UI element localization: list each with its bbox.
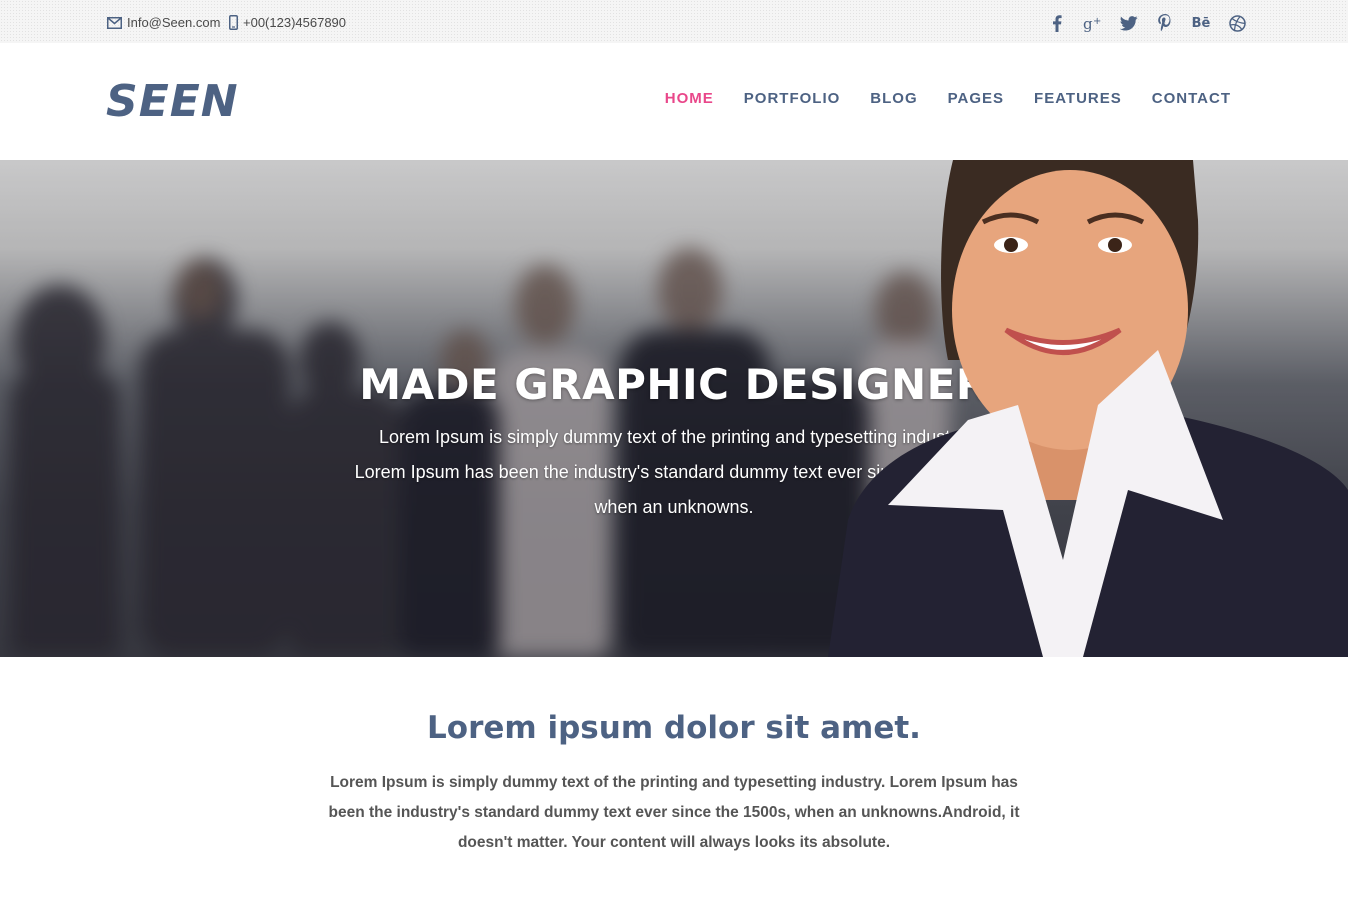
mobile-phone-icon <box>229 15 238 30</box>
behance-label: Bē <box>1191 15 1211 31</box>
email-text: Info@Seen.com <box>127 15 221 30</box>
envelope-icon <box>107 16 122 29</box>
twitter-icon[interactable] <box>1118 12 1140 34</box>
behance-icon[interactable]: Bē <box>1190 12 1212 34</box>
nav-portfolio[interactable]: PORTFOLIO <box>744 90 841 107</box>
svg-text:g: g <box>1083 15 1093 32</box>
nav-features[interactable]: FEATURES <box>1034 90 1122 107</box>
intro-text: Lorem Ipsum is simply dummy text of the … <box>328 774 1020 851</box>
google-plus-icon[interactable]: g + <box>1082 12 1104 34</box>
hero-banner: MADE GRAPHIC DESIGNER Lorem Ipsum is sim… <box>0 160 1348 657</box>
site-logo[interactable]: SEEN <box>106 76 239 128</box>
facebook-icon[interactable] <box>1046 12 1068 34</box>
top-bar: Info@Seen.com +00(123)4567890 g + Bē <box>0 0 1348 43</box>
nav-blog[interactable]: BLOG <box>870 90 917 107</box>
phone-text: +00(123)4567890 <box>243 15 347 30</box>
social-links: g + Bē <box>1032 12 1248 34</box>
main-nav: HOME PORTFOLIO BLOG PAGES FEATURES CONTA… <box>635 90 1231 107</box>
contact-email[interactable]: Info@Seen.com <box>107 15 220 30</box>
businesswoman-image <box>828 160 1348 657</box>
contact-phone[interactable]: +00(123)4567890 <box>229 15 346 30</box>
nav-contact[interactable]: CONTACT <box>1152 90 1231 107</box>
pinterest-icon[interactable] <box>1154 12 1176 34</box>
dribbble-icon[interactable] <box>1226 12 1248 34</box>
nav-pages[interactable]: PAGES <box>948 90 1004 107</box>
nav-home[interactable]: HOME <box>665 90 714 107</box>
svg-text:+: + <box>1093 16 1101 27</box>
intro-title: Lorem ipsum dolor sit amet. <box>427 710 921 746</box>
